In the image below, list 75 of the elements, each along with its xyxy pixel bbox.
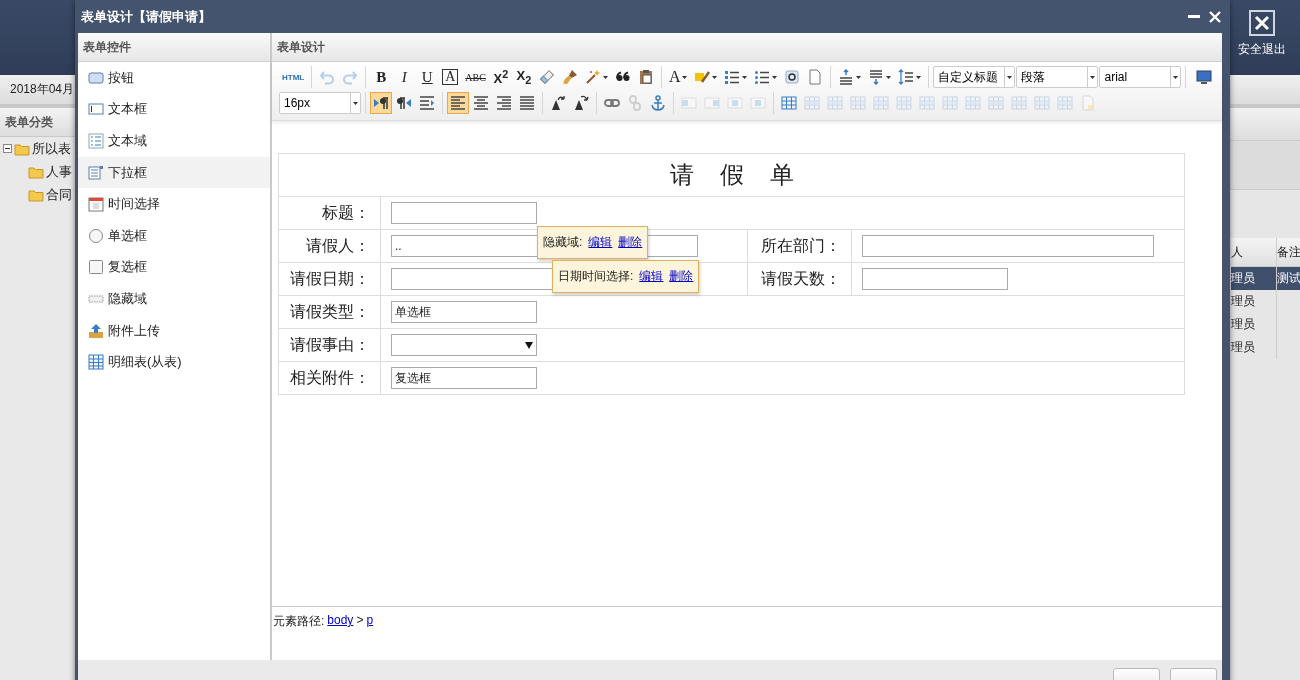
bold-button[interactable]: B: [370, 66, 393, 88]
tree-item[interactable]: 所以表: [32, 139, 71, 158]
strikethrough-button[interactable]: ABC: [462, 66, 489, 88]
dropdown-icon: [88, 164, 104, 181]
date-label: 2018年04月: [10, 81, 75, 98]
tree-item[interactable]: 合同: [46, 185, 72, 204]
column-header: 备注: [1277, 238, 1300, 267]
format-dropdown[interactable]: 段落: [1016, 66, 1099, 88]
panel-title: 表单控件: [78, 33, 270, 62]
subscript-button[interactable]: X$_{2}$: [512, 66, 535, 88]
field-label: 所在部门：: [747, 229, 852, 263]
italic-button[interactable]: I: [393, 66, 416, 88]
edit-link[interactable]: 编辑: [588, 234, 613, 251]
select-field[interactable]: [391, 334, 537, 356]
radio-icon: [88, 227, 104, 244]
button-icon: [88, 69, 104, 86]
table-cell: 理员: [1231, 336, 1277, 359]
popup-label: 日期时间选择:: [558, 268, 634, 285]
field-label: 请假日期：: [278, 262, 381, 296]
input-field[interactable]: [391, 202, 537, 224]
control-item[interactable]: 时间选择: [78, 188, 270, 220]
control-item[interactable]: 单选框: [78, 219, 270, 252]
control-item[interactable]: 下拉框: [78, 156, 270, 189]
field-label: 请假类型：: [278, 295, 381, 329]
control-item[interactable]: 按钮: [78, 62, 270, 94]
control-item[interactable]: 隐藏域: [78, 283, 270, 315]
delete-link[interactable]: 删除: [669, 268, 694, 285]
table-cell: 理员: [1231, 267, 1277, 290]
input-field[interactable]: [862, 268, 1009, 290]
control-item[interactable]: 附件上传: [78, 314, 270, 347]
checkbox-icon: [88, 259, 104, 276]
window-title: 表单设计【请假申请】: [81, 7, 211, 26]
input-field[interactable]: 复选框: [391, 367, 537, 389]
table-cell: 理员: [1231, 290, 1277, 313]
close-button[interactable]: [1208, 9, 1222, 24]
logout-button[interactable]: 安全退出: [1234, 0, 1290, 75]
field-label: 请假天数：: [747, 262, 852, 296]
field-label: 请假人：: [278, 229, 381, 263]
path-separator: >: [356, 613, 364, 627]
caret-icon: [353, 101, 358, 105]
panel-title: 表单设计: [272, 33, 1222, 62]
format-dropdown[interactable]: 自定义标题: [933, 66, 1016, 88]
underline-button[interactable]: U: [416, 66, 439, 88]
format-dropdown[interactable]: 16px: [279, 92, 361, 114]
form-title: 请 假 单: [278, 153, 1185, 197]
html-button[interactable]: HTML: [279, 66, 308, 88]
input-field[interactable]: [862, 235, 1155, 257]
minimize-icon: [1188, 15, 1200, 18]
close-icon: [1208, 9, 1222, 24]
field-label: 相关附件：: [278, 361, 381, 395]
field-label: 标题：: [278, 196, 381, 230]
font-color-button[interactable]: A: [665, 66, 691, 88]
edit-link[interactable]: 编辑: [639, 268, 664, 285]
format-dropdown[interactable]: arial: [1099, 66, 1182, 88]
textbox-icon: [88, 101, 104, 118]
path-link[interactable]: body: [327, 613, 354, 627]
table-icon: [88, 354, 104, 371]
table-cell: 测试: [1277, 267, 1300, 290]
path-link[interactable]: p: [366, 613, 374, 627]
input-field[interactable]: 单选框: [391, 301, 537, 323]
upload-tray-icon: [88, 322, 104, 339]
table-cell: 理员: [1231, 313, 1277, 336]
popup-label: 隐藏域:: [543, 234, 583, 251]
field-label: 请假事由：: [278, 328, 381, 362]
delete-link[interactable]: 删除: [618, 234, 643, 251]
tree-item[interactable]: 人事: [46, 162, 72, 181]
column-header: 人: [1231, 238, 1277, 267]
calendar-icon: [88, 196, 104, 213]
textarea-icon: [88, 133, 104, 149]
caret-icon: [525, 341, 533, 349]
path-label: 元素路径:: [273, 613, 325, 630]
control-item[interactable]: 复选框: [78, 251, 270, 284]
close-icon: [1249, 10, 1275, 36]
superscript-button[interactable]: X$^{2}$: [489, 66, 512, 88]
control-item[interactable]: 明细表(从表): [78, 346, 270, 378]
